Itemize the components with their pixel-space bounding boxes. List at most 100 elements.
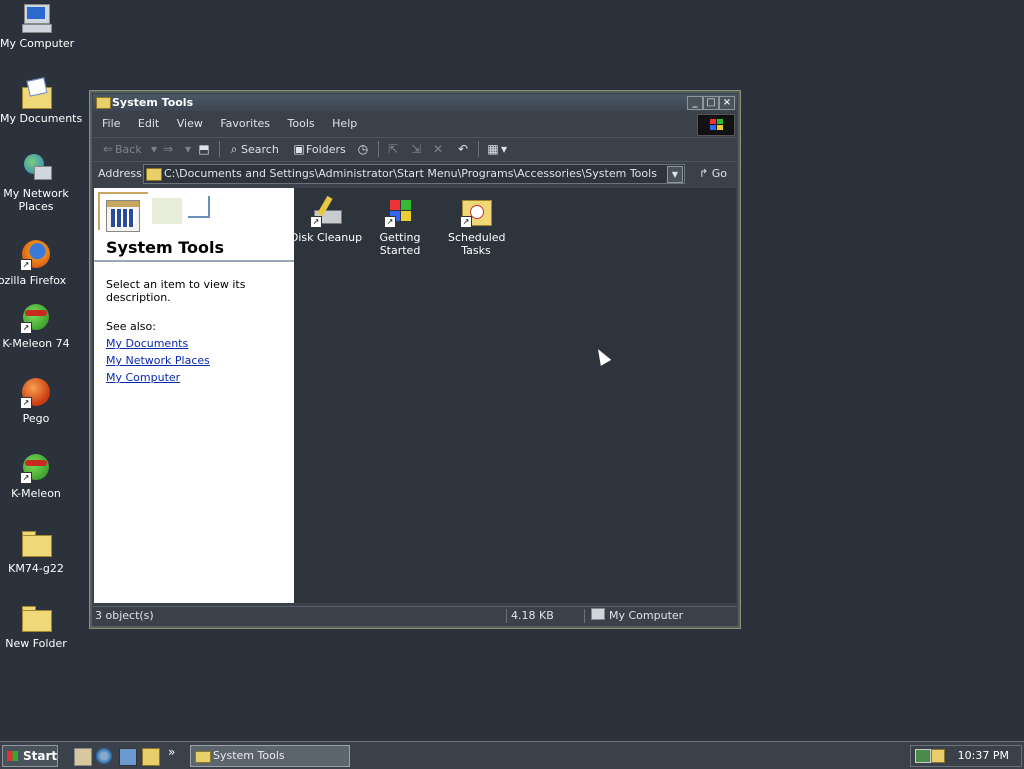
desktop-icon-label: My Documents: [0, 112, 83, 125]
toolbar-separator: [219, 141, 220, 157]
forward-button[interactable]: ⇒: [161, 138, 175, 160]
file-item-disk-cleanup[interactable]: ↗ Disk Cleanup: [288, 195, 364, 244]
forward-dropdown[interactable]: ▾: [181, 138, 195, 160]
file-item-getting-started[interactable]: ↗ Getting Started: [362, 196, 438, 257]
pego-icon: ↗: [20, 377, 52, 409]
history-button[interactable]: ◷: [356, 138, 370, 160]
desktop-icon-km74-g22[interactable]: KM74-g22: [0, 527, 72, 575]
file-item-label: Disk Cleanup: [289, 231, 363, 244]
file-list: ↗ Disk Cleanup ↗ Getting Started ↗ Sched…: [290, 188, 736, 603]
go-arrow-icon: ↱: [699, 167, 709, 180]
desktop-icon-label: New Folder: [5, 637, 67, 650]
maximize-button[interactable]: □: [703, 96, 719, 110]
menu-view[interactable]: View: [177, 117, 203, 130]
desktop-icon-my-network-places[interactable]: My Network Places: [0, 152, 72, 213]
delete-x-icon: ✕: [432, 142, 444, 156]
pane-description: Select an item to view its description.: [106, 278, 246, 304]
banner-decoration: [188, 196, 210, 218]
windows-flag-icon: [7, 751, 18, 761]
taskbar-button-system-tools[interactable]: System Tools: [190, 745, 350, 767]
search-button[interactable]: ⌕ Search: [227, 138, 279, 160]
status-zone-label: My Computer: [609, 609, 684, 622]
link-my-documents[interactable]: My Documents: [106, 337, 294, 350]
desktop-icon-my-computer[interactable]: My Computer: [0, 2, 75, 50]
disk-cleanup-icon: ↗: [310, 195, 342, 228]
back-label: Back: [115, 143, 142, 156]
computer-icon: [20, 2, 52, 34]
tray-app-icon[interactable]: [931, 749, 945, 763]
minimize-button[interactable]: _: [687, 96, 703, 110]
desktop-icon-label: KM74-g22: [8, 562, 64, 575]
address-dropdown-button[interactable]: ▼: [667, 166, 683, 183]
menu-edit[interactable]: Edit: [138, 117, 159, 130]
desktop-icon-label: My Network Places: [3, 187, 69, 213]
up-folder-icon: ⬒: [198, 142, 210, 156]
forward-arrow-icon: ⇒: [162, 142, 174, 156]
move-to-button[interactable]: ⇱: [386, 138, 400, 160]
menu-favorites[interactable]: Favorites: [220, 117, 270, 130]
quicklaunch-more-button[interactable]: »: [168, 745, 175, 759]
clock[interactable]: 10:37 PM: [958, 746, 1009, 766]
shortcut-arrow-icon: ↗: [460, 216, 472, 228]
file-item-label: Scheduled Tasks: [448, 231, 506, 257]
start-button[interactable]: Start: [2, 745, 58, 767]
folder-icon: [146, 168, 162, 181]
desktop-icon-k-meleon-74[interactable]: ↗ K-Meleon 74: [0, 302, 72, 350]
link-my-network-places[interactable]: My Network Places: [106, 354, 294, 367]
folder-icon: [20, 527, 52, 559]
go-label: Go: [711, 167, 727, 180]
desktop-icon-pego[interactable]: ↗ Pego: [0, 377, 72, 425]
status-zone: My Computer: [591, 607, 683, 625]
address-value: C:\Documents and Settings\Administrator\…: [164, 167, 657, 180]
back-button[interactable]: ⇐ Back: [101, 138, 142, 160]
desktop-icon-firefox[interactable]: ↗ ozilla Firefox: [0, 239, 72, 287]
desktop-icon-label: My Computer: [0, 37, 75, 50]
folders-button[interactable]: ▣Folders: [292, 138, 345, 160]
folder-icon: [20, 602, 52, 634]
address-input[interactable]: C:\Documents and Settings\Administrator\…: [143, 164, 685, 184]
start-label: Start: [23, 749, 58, 763]
banner-decoration: [152, 198, 182, 224]
menu-file[interactable]: File: [102, 117, 120, 130]
status-separator: [506, 609, 507, 623]
firefox-icon: ↗: [20, 239, 52, 271]
link-my-computer[interactable]: My Computer: [106, 371, 294, 384]
scheduled-tasks-folder-icon: ↗: [460, 196, 492, 228]
copy-to-icon: ⇲: [410, 142, 422, 156]
shortcut-arrow-icon: ↗: [20, 322, 32, 334]
delete-button[interactable]: ✕: [431, 138, 445, 160]
desktop-icon-label: Pego: [22, 412, 50, 425]
chevron-down-icon: ▾: [150, 142, 158, 156]
desktop-icon-k-meleon[interactable]: ↗ K-Meleon: [0, 452, 72, 500]
file-item-label: Getting Started: [379, 231, 421, 257]
title-bar[interactable]: System Tools _ □ ×: [93, 94, 737, 111]
back-dropdown[interactable]: ▾: [147, 138, 161, 160]
file-item-scheduled-tasks[interactable]: ↗ Scheduled Tasks: [438, 196, 514, 257]
computer-icon: [591, 608, 605, 620]
desktop-icon-my-documents[interactable]: My Documents: [0, 77, 83, 125]
explorer-window: System Tools _ □ × File Edit View Favori…: [89, 90, 741, 629]
explorer-quicklaunch-icon[interactable]: [142, 748, 160, 766]
network-tray-icon[interactable]: [915, 749, 931, 763]
desktop-icon-new-folder[interactable]: New Folder: [0, 602, 72, 650]
folder-icon: [96, 97, 111, 109]
undo-button[interactable]: ↶: [456, 138, 470, 160]
windows-logo-icon: [697, 114, 735, 136]
up-folder-button[interactable]: ⬒: [197, 138, 211, 160]
system-tray: 10:37 PM: [910, 745, 1022, 767]
shortcut-arrow-icon: ↗: [310, 216, 322, 228]
menu-bar: File Edit View Favorites Tools Help: [93, 113, 737, 136]
show-desktop-icon[interactable]: [74, 748, 92, 766]
go-button[interactable]: ↱ Go: [699, 162, 727, 185]
desktop-icon-label: K-Meleon 74: [2, 337, 70, 350]
close-button[interactable]: ×: [719, 96, 735, 110]
status-object-count: 3 object(s): [95, 609, 154, 622]
outlook-express-icon[interactable]: [119, 748, 137, 766]
menu-tools[interactable]: Tools: [288, 117, 315, 130]
views-button[interactable]: ▦ ▾: [486, 138, 508, 160]
search-label: Search: [241, 143, 279, 156]
internet-explorer-icon[interactable]: [96, 748, 112, 764]
status-separator: [584, 609, 585, 623]
menu-help[interactable]: Help: [332, 117, 357, 130]
copy-to-button[interactable]: ⇲: [409, 138, 423, 160]
